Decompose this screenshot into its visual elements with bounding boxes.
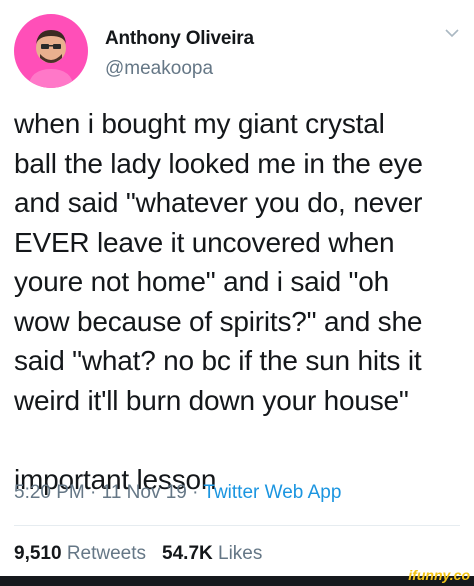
meta-separator: · [84, 482, 102, 503]
meta-separator: · [186, 482, 204, 503]
tweet-meta: 5:20 PM · 11 Nov 19 · Twitter Web App [14, 482, 341, 504]
likes-count: 54.7K [162, 543, 213, 564]
retweets-count: 9,510 [14, 543, 62, 564]
retweets-stat[interactable]: 9,510 Retweets [14, 543, 146, 564]
author-name[interactable]: Anthony Oliveira [105, 28, 254, 50]
likes-label: Likes [218, 543, 263, 564]
likes-stat[interactable]: 54.7K Likes [162, 543, 262, 564]
tweet-line: wow because of spirits?" and she [14, 305, 423, 337]
profile-photo-icon [14, 14, 88, 88]
author-avatar[interactable] [14, 14, 88, 88]
tweet-text: when i bought my giant crystal ball the … [14, 104, 464, 499]
tweet-stats: 9,510 Retweets 54.7K Likes [14, 543, 262, 565]
tweet-source-app[interactable]: Twitter Web App [203, 482, 341, 503]
tweet-time[interactable]: 5:20 PM [14, 482, 85, 503]
tweet-line: EVER leave it uncovered when [14, 226, 395, 258]
tweet-line: said "what? no bc if the sun hits it [14, 345, 422, 376]
tweet-line: youre not home" and i said "oh [14, 266, 390, 297]
author-handle[interactable]: @meakoopa [105, 58, 213, 80]
tweet-date[interactable]: 11 Nov 19 [102, 482, 187, 503]
tweet-line: and said "whatever you do, never [14, 187, 423, 218]
watermark-bar [0, 576, 474, 586]
tweet-card: Anthony Oliveira @meakoopa when i bought… [0, 0, 474, 586]
divider [14, 525, 460, 526]
tweet-line: when i bought my giant crystal [14, 108, 385, 139]
chevron-down-icon[interactable] [443, 26, 461, 40]
tweet-line: ball the lady looked me in the eye [14, 147, 423, 179]
tweet-line: weird it'll burn down your house" [14, 384, 409, 416]
retweets-label: Retweets [66, 543, 147, 564]
ifunny-watermark: ifunny.co [408, 567, 470, 583]
